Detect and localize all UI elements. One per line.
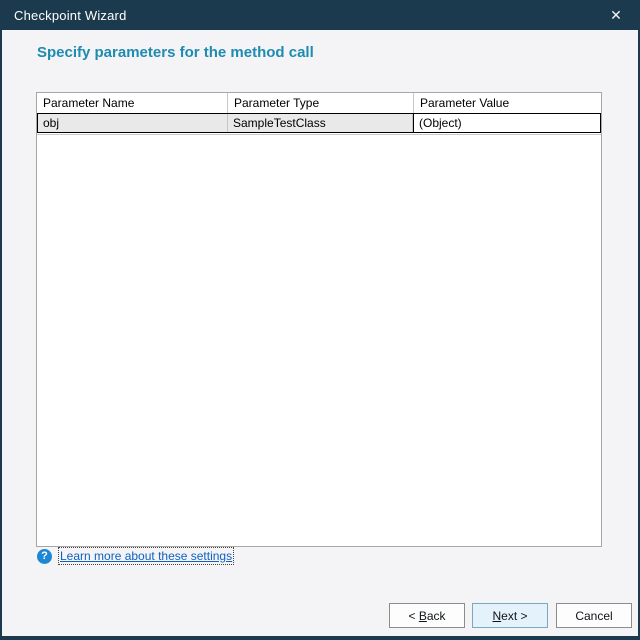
column-header-parameter-type[interactable]: Parameter Type [228, 93, 414, 113]
help-row: ? Learn more about these settings [37, 547, 232, 565]
close-icon[interactable]: ✕ [596, 0, 636, 30]
column-header-parameter-value[interactable]: Parameter Value [414, 93, 601, 113]
next-button[interactable]: Next > [472, 603, 548, 628]
cell-parameter-name[interactable]: obj [38, 114, 228, 132]
next-button-label: Next > [492, 609, 527, 623]
titlebar: Checkpoint Wizard ✕ [0, 0, 640, 30]
table-row[interactable]: obj SampleTestClass (Object) [37, 113, 601, 133]
learn-more-link[interactable]: Learn more about these settings [60, 549, 232, 563]
cell-parameter-type[interactable]: SampleTestClass [228, 114, 413, 132]
back-button[interactable]: < Back [389, 603, 465, 628]
row-separator [37, 134, 601, 135]
cancel-button[interactable]: Cancel [556, 603, 632, 628]
table-header-row: Parameter Name Parameter Type Parameter … [37, 93, 601, 113]
window-title: Checkpoint Wizard [0, 8, 127, 23]
parameters-table: Parameter Name Parameter Type Parameter … [36, 92, 602, 547]
cell-parameter-value-editor[interactable]: (Object) [413, 113, 601, 133]
wizard-content: Specify parameters for the method call P… [2, 30, 638, 636]
back-button-label: < Back [408, 609, 445, 623]
column-header-parameter-name[interactable]: Parameter Name [37, 93, 228, 113]
cancel-button-label: Cancel [575, 609, 612, 623]
page-title: Specify parameters for the method call [37, 44, 314, 61]
checkpoint-wizard-window: Checkpoint Wizard ✕ Specify parameters f… [0, 0, 640, 640]
help-icon: ? [37, 549, 52, 564]
